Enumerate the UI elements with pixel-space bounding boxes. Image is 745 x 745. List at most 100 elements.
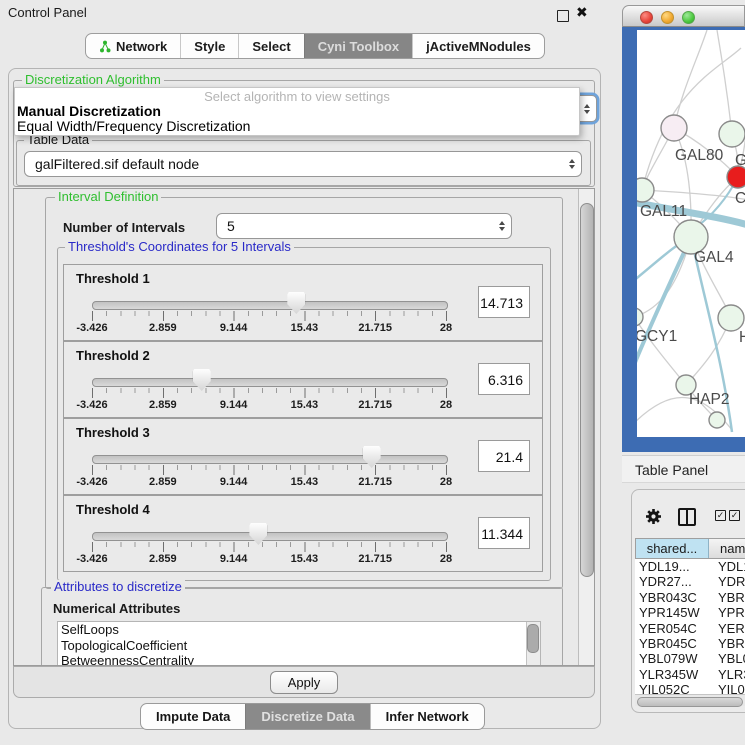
table-row[interactable]: YIL052CYIL052C <box>635 682 745 694</box>
slider-track[interactable] <box>92 532 448 541</box>
table-cell[interactable]: YLR345W <box>635 667 707 682</box>
table-row[interactable]: YBR043CYBR043C <box>635 590 745 605</box>
discretization-algorithm-title: Discretization Algorithm <box>22 73 164 87</box>
network-node[interactable] <box>718 305 744 331</box>
network-node[interactable] <box>637 308 643 326</box>
column-header-shared-name[interactable]: shared... <box>636 539 709 558</box>
threshold-value-field[interactable]: 11.344 <box>478 517 530 549</box>
tab-infer-network[interactable]: Infer Network <box>370 704 484 729</box>
table-row[interactable]: YER054CYER054C <box>635 621 745 636</box>
number-of-intervals-combobox[interactable]: 5 <box>216 213 512 239</box>
minimize-traffic-light[interactable] <box>661 11 674 24</box>
control-panel-title: Control Panel <box>8 5 87 20</box>
network-node-label: C <box>735 190 745 207</box>
table-hscrollbar-thumb[interactable] <box>637 697 743 707</box>
gear-icon[interactable] <box>645 508 662 528</box>
table-cell[interactable]: YDL19... <box>635 559 707 574</box>
tab-network[interactable]: Network <box>86 34 180 58</box>
table-cell[interactable]: YLR345W <box>707 667 745 682</box>
zoom-traffic-light[interactable] <box>682 11 695 24</box>
table-row[interactable]: YLR345WYLR345W <box>635 667 745 682</box>
network-canvas-svg: GAL80GACGAL11GAL4GCY1HHAP2 <box>637 30 745 437</box>
list-scrollbar[interactable] <box>526 622 540 666</box>
close-traffic-light[interactable] <box>640 11 653 24</box>
network-node-label: GAL80 <box>675 147 724 164</box>
slider-track[interactable] <box>92 301 448 310</box>
network-window-titlebar[interactable] <box>622 5 745 27</box>
network-node[interactable] <box>727 166 745 188</box>
table-cell[interactable]: YER054C <box>707 621 745 636</box>
network-node-label: GAL4 <box>694 249 734 266</box>
close-icon[interactable]: ✖ <box>576 4 588 21</box>
table-row[interactable]: YPR145WYPR145W <box>635 605 745 620</box>
dropdown-item-equal-width[interactable]: Equal Width/Frequency Discretization <box>15 119 579 134</box>
table-row[interactable]: YDR27...YDR27... <box>635 574 745 589</box>
threshold-value-field[interactable]: 14.713 <box>478 286 530 318</box>
threshold-label: Threshold 3 <box>76 425 150 440</box>
tab-impute-data[interactable]: Impute Data <box>141 704 245 729</box>
tab-cyni-toolbox[interactable]: Cyni Toolbox <box>304 34 412 58</box>
threshold-label: Threshold 1 <box>76 271 150 286</box>
scrollbar-thumb[interactable] <box>580 203 594 577</box>
threshold-1-box: Threshold 1 -3.426 2.859 9.144 15.43 21.… <box>63 264 543 341</box>
checkbox-icon[interactable]: ✓ <box>715 510 726 521</box>
attribute-item[interactable]: SelfLoops <box>58 622 540 638</box>
table-cell[interactable]: YDL19... <box>707 559 745 574</box>
network-canvas[interactable]: GAL80GACGAL11GAL4GCY1HHAP2 <box>637 30 745 437</box>
table-cell[interactable]: YIL052C <box>635 682 707 694</box>
network-node[interactable] <box>637 178 654 202</box>
table-cell[interactable]: YPR145W <box>635 605 707 620</box>
network-node-label: GCY1 <box>637 328 677 345</box>
network-node-label: GAL11 <box>640 203 687 220</box>
threshold-label: Threshold 2 <box>76 348 150 363</box>
table-cell[interactable]: YDR27... <box>635 574 707 589</box>
combo-arrows-icon <box>493 221 511 231</box>
attribute-item[interactable]: BetweennessCentrality <box>58 653 540 666</box>
table-cell[interactable]: YBL079W <box>635 651 707 666</box>
network-node[interactable] <box>709 412 725 428</box>
tab-discretize-data[interactable]: Discretize Data <box>245 704 369 729</box>
threshold-value-field[interactable]: 21.4 <box>478 440 530 472</box>
column-header-name[interactable]: name <box>709 539 745 558</box>
split-pane-icon[interactable] <box>678 508 696 526</box>
table-hscrollbar[interactable] <box>635 694 745 706</box>
table-row[interactable]: YDL19...YDL19... <box>635 559 745 574</box>
network-node[interactable] <box>719 121 745 147</box>
table-cell[interactable]: YIL052C <box>707 682 745 694</box>
slider-major-ticks <box>92 542 448 552</box>
table-cell[interactable]: YBR045C <box>707 636 745 651</box>
table-cell[interactable]: YBL079W <box>707 651 745 666</box>
tab-jactivemnodules[interactable]: jActiveMNodules <box>412 34 544 58</box>
checkbox-icon[interactable]: ✓ <box>729 510 740 521</box>
interval-definition-title: Interval Definition <box>55 190 161 204</box>
network-node-label: H <box>739 329 745 346</box>
table-data-combobox[interactable]: galFiltered.sif default node <box>24 151 582 177</box>
table-cell[interactable]: YER054C <box>635 621 707 636</box>
table-row[interactable]: YBL079WYBL079W <box>635 651 745 666</box>
tab-style[interactable]: Style <box>180 34 238 58</box>
thresholds-group-title: Threshold's Coordinates for 5 Intervals <box>65 240 294 254</box>
table-cell[interactable]: YBR045C <box>635 636 707 651</box>
table-cell[interactable]: YBR043C <box>635 590 707 605</box>
table-cell[interactable]: YBR043C <box>707 590 745 605</box>
slider-track[interactable] <box>92 455 448 464</box>
bottom-tab-bar: Impute Data Discretize Data Infer Networ… <box>140 703 485 730</box>
table-panel-card: ✓ ✓ shared... name YDL19...YDL19...YDR27… <box>631 489 745 713</box>
network-node[interactable] <box>661 115 687 141</box>
table-cell[interactable]: YPR145W <box>707 605 745 620</box>
numerical-attributes-list[interactable]: SelfLoopsTopologicalCoefficientBetweenne… <box>57 621 541 666</box>
tab-select[interactable]: Select <box>238 34 303 58</box>
number-of-intervals-label: Number of Intervals <box>63 220 185 235</box>
attribute-item[interactable]: TopologicalCoefficient <box>58 638 540 654</box>
slider-track[interactable] <box>92 378 448 387</box>
threshold-value-field[interactable]: 6.316 <box>478 363 530 395</box>
table-panel-title: Table Panel <box>635 462 708 478</box>
table-row[interactable]: YBR045CYBR045C <box>635 636 745 651</box>
table-cell[interactable]: YDR27... <box>707 574 745 589</box>
apply-button[interactable]: Apply <box>270 671 338 694</box>
dropdown-item-manual[interactable]: Manual Discretization <box>15 104 579 119</box>
float-window-icon[interactable] <box>557 10 569 22</box>
node-table-body[interactable]: YDL19...YDL19...YDR27...YDR27...YBR043CY… <box>635 559 745 694</box>
settings-scrollpane: Interval Definition Number of Intervals … <box>13 188 595 666</box>
slider-major-ticks <box>92 311 448 321</box>
